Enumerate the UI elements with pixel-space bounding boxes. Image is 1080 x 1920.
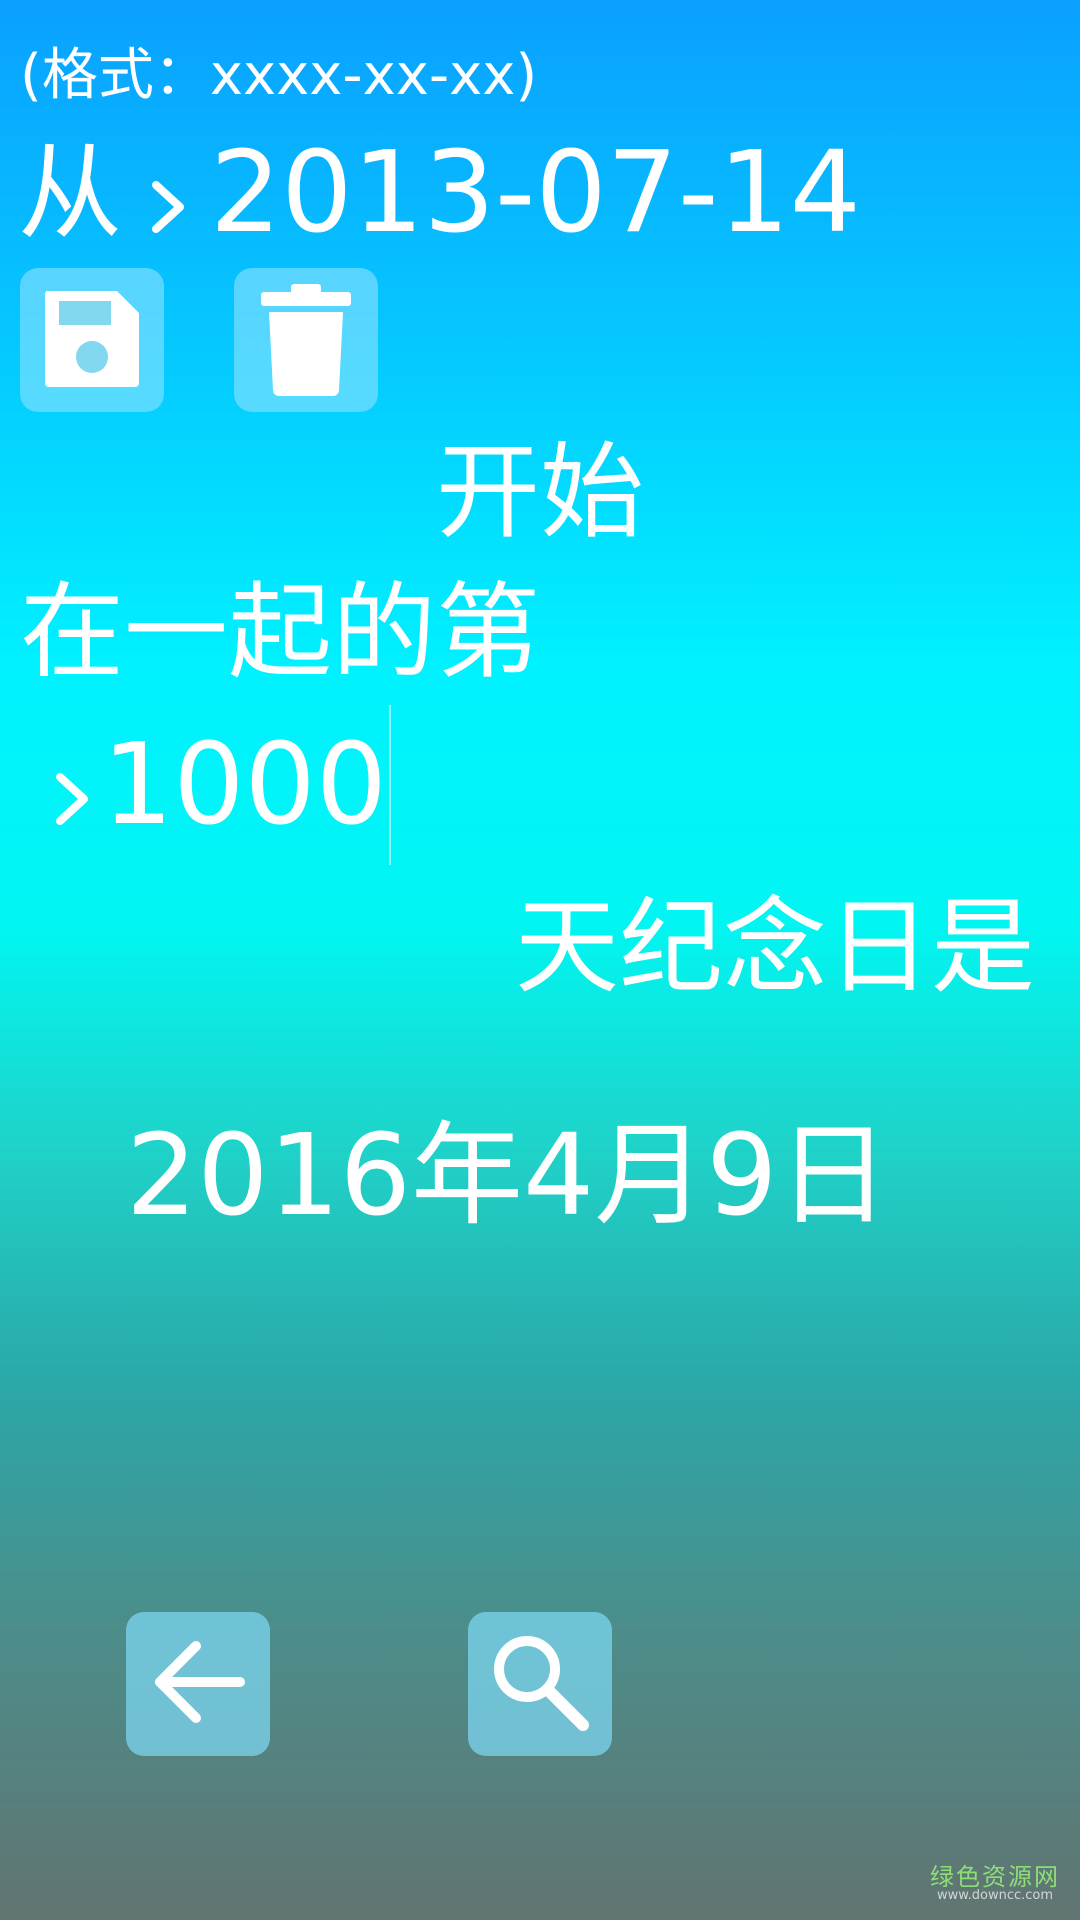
arrow-left-icon [148,1632,248,1736]
back-button[interactable] [126,1612,270,1756]
start-label: 开始 [436,431,645,553]
anniversary-label: 天纪念日是 [515,886,1036,1008]
save-button[interactable] [20,268,164,412]
chevron-right-icon [152,181,185,233]
format-hint: (格式：xxxx-xx-xx) [20,43,538,108]
search-icon [485,1627,595,1741]
floppy-disk-icon [37,283,147,397]
days-row: 1000 [48,705,392,865]
watermark: 绿色资源网 www.downcc.com [930,1865,1060,1902]
text-cursor [389,705,392,865]
result-date: 2016年4月9日 [126,1111,890,1241]
start-date-row: 从 2013-07-14 [18,128,861,258]
together-label: 在一起的第 [20,571,541,693]
watermark-main: 绿色资源网 [930,1863,1060,1891]
chevron-right-icon [56,773,88,825]
start-date-input[interactable]: 2013-07-14 [210,137,861,249]
watermark-sub: www.downcc.com [936,1888,1054,1903]
delete-button[interactable] [234,268,378,412]
trash-icon [251,278,361,402]
search-button[interactable] [468,1612,612,1756]
from-label: 从 [18,132,123,254]
days-input[interactable]: 1000 [102,729,387,841]
